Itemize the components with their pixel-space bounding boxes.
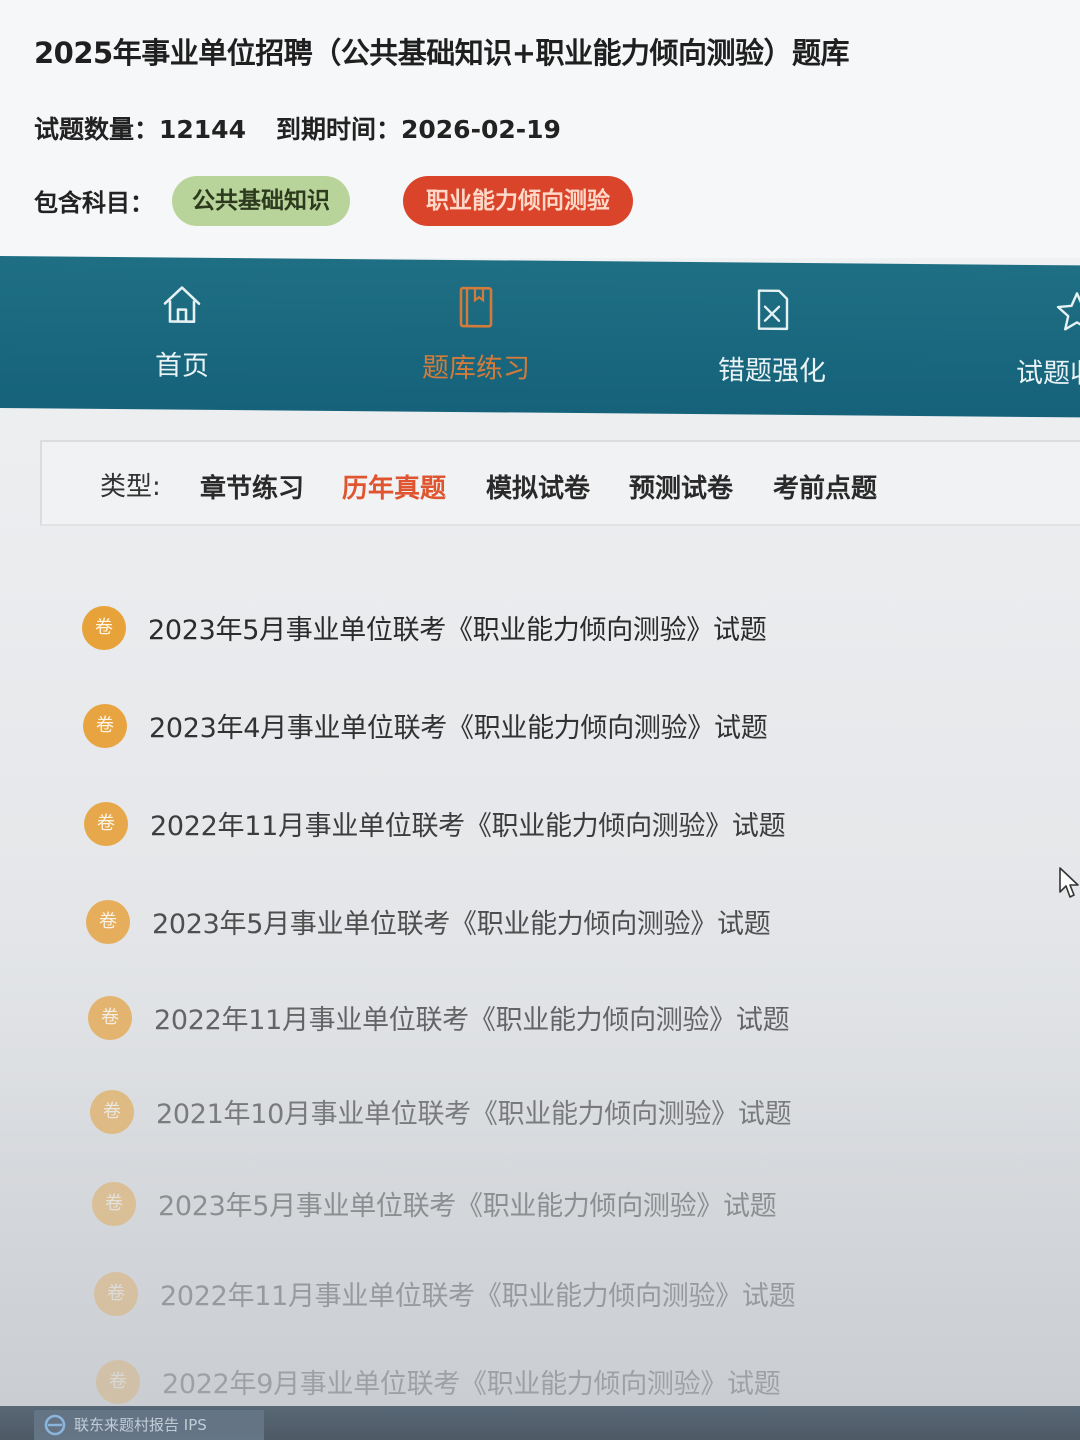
- taskbar-app-label: 联东来题村报告 IPS: [74, 1416, 207, 1434]
- paper-title[interactable]: 2023年5月事业单位联考《职业能力倾向测验》试题: [148, 608, 767, 647]
- paper-title[interactable]: 2023年5月事业单位联考《职业能力倾向测验》试题: [158, 1184, 777, 1223]
- taskbar: 联东来题村报告 IPS: [0, 1406, 1080, 1440]
- paper-badge-icon: 卷: [96, 1360, 140, 1404]
- nav-item-practice[interactable]: 题库练习: [376, 259, 576, 413]
- browser-e-icon: [44, 1414, 66, 1436]
- subject-chip-aptitude-test[interactable]: 职业能力倾向测验: [403, 176, 633, 226]
- type-tab-past-papers[interactable]: 历年真题: [342, 468, 446, 505]
- paper-badge-icon: 卷: [92, 1182, 136, 1226]
- question-count: 试题数量：12144: [34, 115, 246, 144]
- wrong-question-icon: [757, 289, 789, 331]
- page: 2025年事业单位招聘（公共基础知识+职业能力倾向测验）题库 试题数量：1214…: [0, 0, 1080, 1440]
- main-nav: 首页 题库练习 错题强化 试题收: [0, 256, 1080, 418]
- paper-badge-icon: 卷: [88, 996, 132, 1040]
- type-tab-chapter-practice[interactable]: 章节练习: [200, 468, 304, 505]
- paper-badge-icon: 卷: [90, 1090, 134, 1134]
- paper-title[interactable]: 2023年5月事业单位联考《职业能力倾向测验》试题: [152, 902, 771, 941]
- subject-chip-general-knowledge[interactable]: 公共基础知识: [172, 176, 350, 226]
- paper-badge-icon: 卷: [83, 704, 127, 748]
- bank-header: 2025年事业单位招聘（公共基础知识+职业能力倾向测验）题库 试题数量：1214…: [0, 0, 1080, 258]
- paper-badge-icon: 卷: [82, 606, 126, 650]
- nav-label-practice: 题库练习: [422, 352, 530, 385]
- subjects-label: 包含科目：: [34, 189, 154, 217]
- mouse-pointer-icon: [1059, 867, 1079, 898]
- book-icon: [459, 286, 493, 328]
- bank-title: 2025年事业单位招聘（公共基础知识+职业能力倾向测验）题库: [34, 36, 850, 70]
- nav-label-wrong-questions: 错题强化: [718, 355, 826, 388]
- home-icon: [163, 286, 201, 323]
- paper-badge-icon: 卷: [94, 1272, 138, 1316]
- type-tab-exam-tips[interactable]: 考前点题: [773, 468, 877, 505]
- paper-title[interactable]: 2022年11月事业单位联考《职业能力倾向测验》试题: [150, 804, 786, 843]
- nav-label-favorites: 试题收: [1016, 357, 1080, 390]
- paper-title[interactable]: 2023年4月事业单位联考《职业能力倾向测验》试题: [149, 706, 768, 745]
- type-tab-forecast-papers[interactable]: 预测试卷: [629, 468, 733, 505]
- type-label: 类型:: [100, 472, 161, 502]
- paper-badge-icon: 卷: [84, 802, 128, 846]
- type-tab-mock-papers[interactable]: 模拟试卷: [486, 468, 590, 505]
- paper-title[interactable]: 2022年9月事业单位联考《职业能力倾向测验》试题: [162, 1362, 781, 1401]
- paper-title[interactable]: 2022年11月事业单位联考《职业能力倾向测验》试题: [154, 998, 790, 1037]
- nav-label-home: 首页: [155, 350, 209, 382]
- nav-item-home[interactable]: 首页: [82, 257, 282, 411]
- paper-title[interactable]: 2022年11月事业单位联考《职业能力倾向测验》试题: [160, 1274, 796, 1313]
- nav-item-favorites[interactable]: 试题收: [968, 264, 1080, 418]
- expire-date: 到期时间：2026-02-19: [276, 115, 561, 144]
- taskbar-browser-button[interactable]: 联东来题村报告 IPS: [34, 1410, 264, 1440]
- paper-title[interactable]: 2021年10月事业单位联考《职业能力倾向测验》试题: [156, 1092, 792, 1131]
- paper-badge-icon: 卷: [86, 900, 130, 944]
- type-filter-bar: 类型: 章节练习 历年真题 模拟试卷 预测试卷 考前点题: [40, 440, 1080, 526]
- nav-item-wrong-questions[interactable]: 错题强化: [672, 262, 872, 416]
- star-icon: [1056, 292, 1080, 331]
